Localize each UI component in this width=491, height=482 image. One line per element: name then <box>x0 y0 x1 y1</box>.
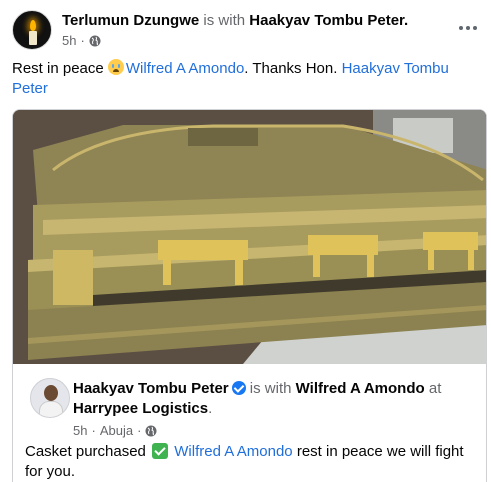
more-icon-dot <box>466 26 470 30</box>
facebook-post: Terlumun Dzungwe is with Haakyav Tombu P… <box>0 0 491 482</box>
shared-author-avatar[interactable] <box>30 378 70 418</box>
post-header: Terlumun Dzungwe is with Haakyav Tombu P… <box>12 10 482 52</box>
post-time[interactable]: 5h <box>62 32 76 49</box>
crying-face-emoji-icon <box>107 59 124 75</box>
shared-mention-wilfred[interactable]: Wilfred A Amondo <box>174 443 292 460</box>
casket-illustration <box>13 110 486 364</box>
candle-flame <box>30 20 36 31</box>
avatar-head <box>44 385 58 401</box>
with-text: is with <box>203 12 246 29</box>
author-name[interactable]: Terlumun Dzungwe <box>62 12 199 29</box>
shared-place[interactable]: Harrypee Logistics <box>73 400 208 417</box>
post-meta: 5h · <box>62 32 101 49</box>
avatar-torso <box>39 401 63 417</box>
candle-body <box>29 31 37 45</box>
shared-post-meta: 5h · Abuja · <box>73 422 157 439</box>
shared-author-name[interactable]: Haakyav Tombu Peter <box>73 380 229 397</box>
separator-dot: · <box>91 423 96 438</box>
globe-icon[interactable] <box>145 425 157 437</box>
separator-dot: · <box>80 33 85 48</box>
more-icon-dot <box>473 26 477 30</box>
shared-text-prefix: Casket purchased <box>25 443 151 460</box>
more-options-button[interactable] <box>454 18 482 38</box>
shared-tagged-person[interactable]: Wilfred A Amondo <box>296 380 425 397</box>
shared-place-end: . <box>208 400 213 417</box>
globe-icon[interactable] <box>89 35 101 47</box>
shared-with-text: is with <box>249 380 292 397</box>
shared-author-line: Haakyav Tombu Peter is with Wilfred A Am… <box>73 379 473 419</box>
separator-dot: · <box>137 423 142 438</box>
mention-wilfred[interactable]: Wilfred A Amondo <box>126 60 244 77</box>
verified-badge-icon <box>231 381 246 395</box>
casket-photo[interactable] <box>13 110 486 364</box>
more-icon-dot <box>459 26 463 30</box>
shared-post-text: Casket purchased Wilfred A Amondo rest i… <box>25 442 480 482</box>
shared-post-time[interactable]: 5h <box>73 422 87 439</box>
shared-at-text: at <box>428 380 442 397</box>
check-mark-icon <box>152 443 169 459</box>
shared-post-card[interactable]: Haakyav Tombu Peter is with Wilfred A Am… <box>12 109 487 482</box>
author-avatar[interactable] <box>12 10 52 50</box>
post-text-prefix: Rest in peace <box>12 60 108 77</box>
shared-location[interactable]: Abuja <box>100 422 133 439</box>
post-text: Rest in peace Wilfred A Amondo. Thanks H… <box>12 59 478 99</box>
post-text-middle: . Thanks Hon. <box>244 60 342 77</box>
author-line: Terlumun Dzungwe is with Haakyav Tombu P… <box>62 11 408 30</box>
tagged-person[interactable]: Haakyav Tombu Peter. <box>249 12 408 29</box>
